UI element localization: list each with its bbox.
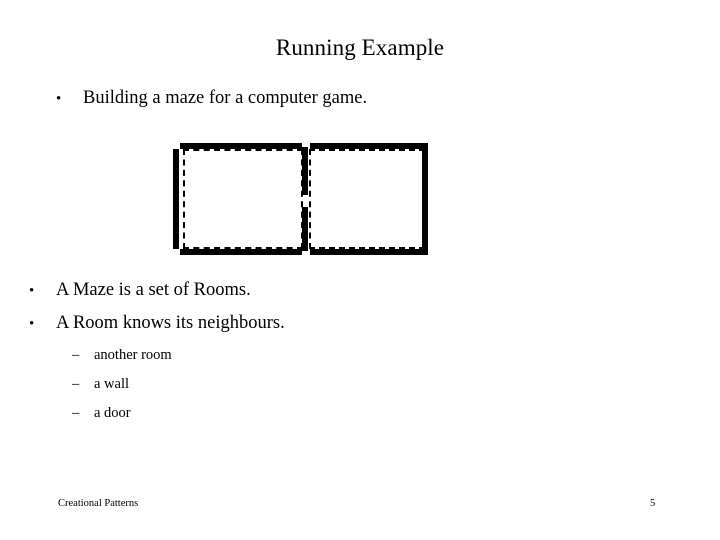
- room-one-interior: [183, 149, 303, 249]
- sub-list-item-label: another room: [94, 347, 172, 363]
- list-item-label: A Room knows its neighbours.: [56, 313, 285, 333]
- bullet-marker-icon: •: [29, 283, 35, 299]
- sub-list-item-label: a wall: [94, 376, 130, 392]
- footer-label: Creational Patterns: [58, 498, 139, 509]
- dash-marker-icon: –: [72, 376, 80, 392]
- list-item: • Building a maze for a computer game.: [56, 86, 367, 111]
- slide-canvas: Running Example • Building a maze for a …: [0, 0, 720, 540]
- room-two-bottom-wall: [310, 249, 428, 255]
- list-item: • A Room knows its neighbours.: [29, 311, 285, 336]
- bullet-marker-icon: •: [56, 91, 62, 107]
- room-one-left-wall: [173, 149, 179, 249]
- list-item-label: Building a maze for a computer game.: [83, 88, 368, 108]
- sub-list-item: – another room: [72, 345, 172, 365]
- two-room-maze-diagram: [170, 143, 428, 255]
- sub-list-item: – a door: [72, 403, 131, 423]
- room-two-interior: [309, 149, 425, 249]
- list-item-label: A Maze is a set of Rooms.: [56, 280, 251, 300]
- list-item: • A Maze is a set of Rooms.: [29, 278, 251, 303]
- page-title: Running Example: [275, 35, 445, 60]
- bullet-marker-icon: •: [29, 316, 35, 332]
- dash-marker-icon: –: [72, 347, 80, 363]
- room-one-bottom-wall: [180, 249, 302, 255]
- sub-list-item: – a wall: [72, 374, 129, 394]
- dash-marker-icon: –: [72, 405, 80, 421]
- page-number: 5: [650, 498, 656, 509]
- sub-list-item-label: a door: [94, 405, 131, 421]
